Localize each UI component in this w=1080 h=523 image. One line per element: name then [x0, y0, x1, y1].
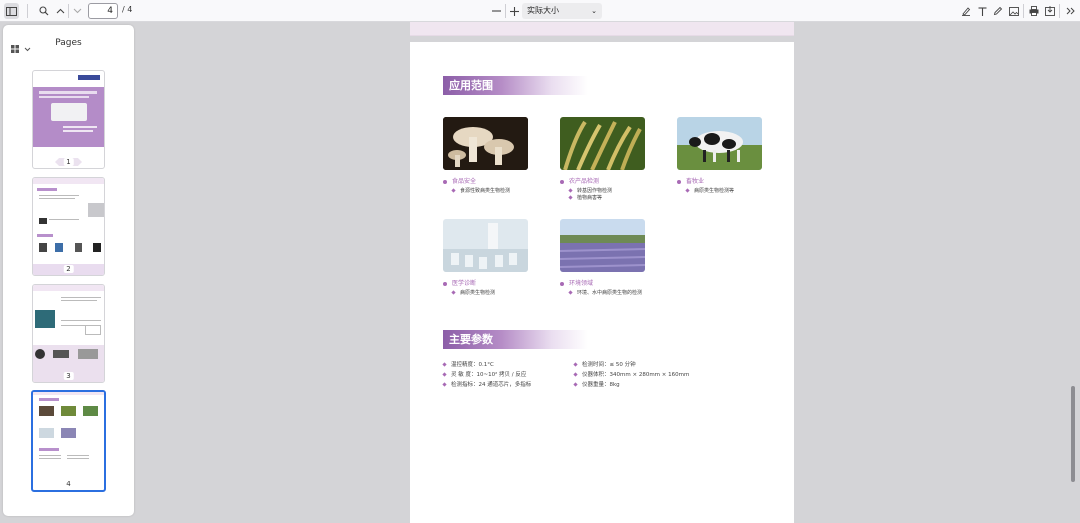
toolbar-divider: [1059, 4, 1060, 18]
page-number-input[interactable]: 4: [88, 3, 118, 19]
diamond-icon: [451, 290, 456, 295]
pages-sidebar: Pages 1 2 3 4: [3, 25, 134, 516]
toolbar-divider: [505, 4, 506, 18]
diamond-icon: [568, 290, 573, 295]
diamond-icon: [573, 372, 578, 377]
section-title-applications: 应用范围: [443, 76, 588, 95]
toolbar-divider: [68, 4, 69, 18]
text-icon[interactable]: [976, 3, 988, 19]
zoom-in-icon[interactable]: [508, 3, 520, 19]
thumbnail-page-number: 4: [63, 480, 74, 488]
rice-image: [560, 117, 645, 170]
lab-image: [443, 219, 528, 272]
application-category: 畜牧业: [677, 176, 704, 185]
print-icon[interactable]: [1028, 3, 1040, 19]
vertical-scrollbar[interactable]: [1071, 386, 1075, 482]
thumbnail-preview: [33, 285, 104, 382]
parameter-item: 温控精度：0.1°C: [442, 360, 494, 368]
diamond-icon: [442, 372, 447, 377]
bullet-icon: [677, 179, 681, 184]
thumbnail-page-number: 3: [63, 372, 74, 380]
diamond-icon: [573, 362, 578, 367]
zoom-select-value: 实际大小: [527, 6, 559, 15]
parameter-item: 仪器体积：340mm × 280mm × 160mm: [573, 370, 689, 378]
application-item: 转基因作物检测: [568, 187, 612, 194]
diamond-icon: [568, 188, 573, 193]
thumbnail-preview: [33, 178, 104, 275]
parameter-item: 检测时间：≤ 50 分钟: [573, 360, 636, 368]
diamond-icon: [442, 362, 447, 367]
highlight-icon[interactable]: [960, 3, 972, 19]
bullet-icon: [443, 179, 447, 184]
diamond-icon: [451, 188, 456, 193]
chevron-down-icon: ⌄: [591, 7, 597, 15]
application-category: 环境领域: [560, 278, 593, 287]
diamond-icon: [573, 382, 578, 387]
thumbnail-preview: [33, 392, 104, 490]
search-icon[interactable]: [37, 3, 51, 19]
page-thumbnail-3[interactable]: 3: [32, 284, 105, 383]
bullet-icon: [560, 281, 564, 286]
application-item: 环境、水中病原类生物的检测: [568, 289, 642, 296]
thumbnail-preview: [33, 71, 104, 168]
diamond-icon: [685, 188, 690, 193]
document-page: 应用范围 食品安全 食源性致病类生物检测 农产品检测 转基因作物检测 植物病害等…: [410, 42, 794, 523]
diamond-icon: [442, 382, 447, 387]
bullet-icon: [443, 281, 447, 286]
diamond-icon: [568, 195, 573, 200]
page-thumbnail-1[interactable]: 1: [32, 70, 105, 169]
application-item: 植物病害等: [568, 194, 602, 201]
toolbar: 4 / 4 实际大小 ⌄: [0, 0, 1080, 22]
cow-image: [677, 117, 762, 170]
sidebar-toggle-icon[interactable]: [4, 3, 19, 19]
zoom-select[interactable]: 实际大小 ⌄: [522, 3, 602, 19]
page-thumbnail-4[interactable]: 4: [31, 390, 106, 492]
page-thumbnail-2[interactable]: 2: [32, 177, 105, 276]
parameter-item: 检测指标：24 通道芯片，多指标: [442, 380, 531, 388]
toolbar-divider: [27, 4, 28, 18]
lavender-image: [560, 219, 645, 272]
application-item: 食源性致病类生物检测: [451, 187, 510, 194]
previous-page-bottom: [410, 22, 794, 36]
application-category: 农产品检测: [560, 176, 599, 185]
zoom-out-icon[interactable]: [490, 3, 502, 19]
thumbnail-page-number: 2: [63, 265, 74, 273]
parameter-item: 仪器重量：8kg: [573, 380, 620, 388]
more-tools-icon[interactable]: [1064, 3, 1076, 19]
application-category: 医学诊断: [443, 278, 476, 287]
thumbnail-page-number: 1: [63, 158, 74, 166]
application-item: 病原类生物检测等: [685, 187, 734, 194]
mushrooms-image: [443, 117, 528, 170]
toolbar-divider: [1023, 4, 1024, 18]
next-page-icon[interactable]: [71, 3, 83, 19]
page-total-label: / 4: [122, 5, 133, 14]
parameter-item: 灵 敏 度：10~10² 拷贝 / 反应: [442, 370, 526, 378]
application-item: 病原类生物检测: [451, 289, 495, 296]
sidebar-title: Pages: [55, 38, 82, 48]
save-icon[interactable]: [1044, 3, 1056, 19]
image-icon[interactable]: [1008, 3, 1020, 19]
application-category: 食品安全: [443, 176, 476, 185]
section-title-parameters: 主要参数: [443, 330, 588, 349]
bullet-icon: [560, 179, 564, 184]
prev-page-icon[interactable]: [54, 3, 66, 19]
draw-icon[interactable]: [992, 3, 1004, 19]
